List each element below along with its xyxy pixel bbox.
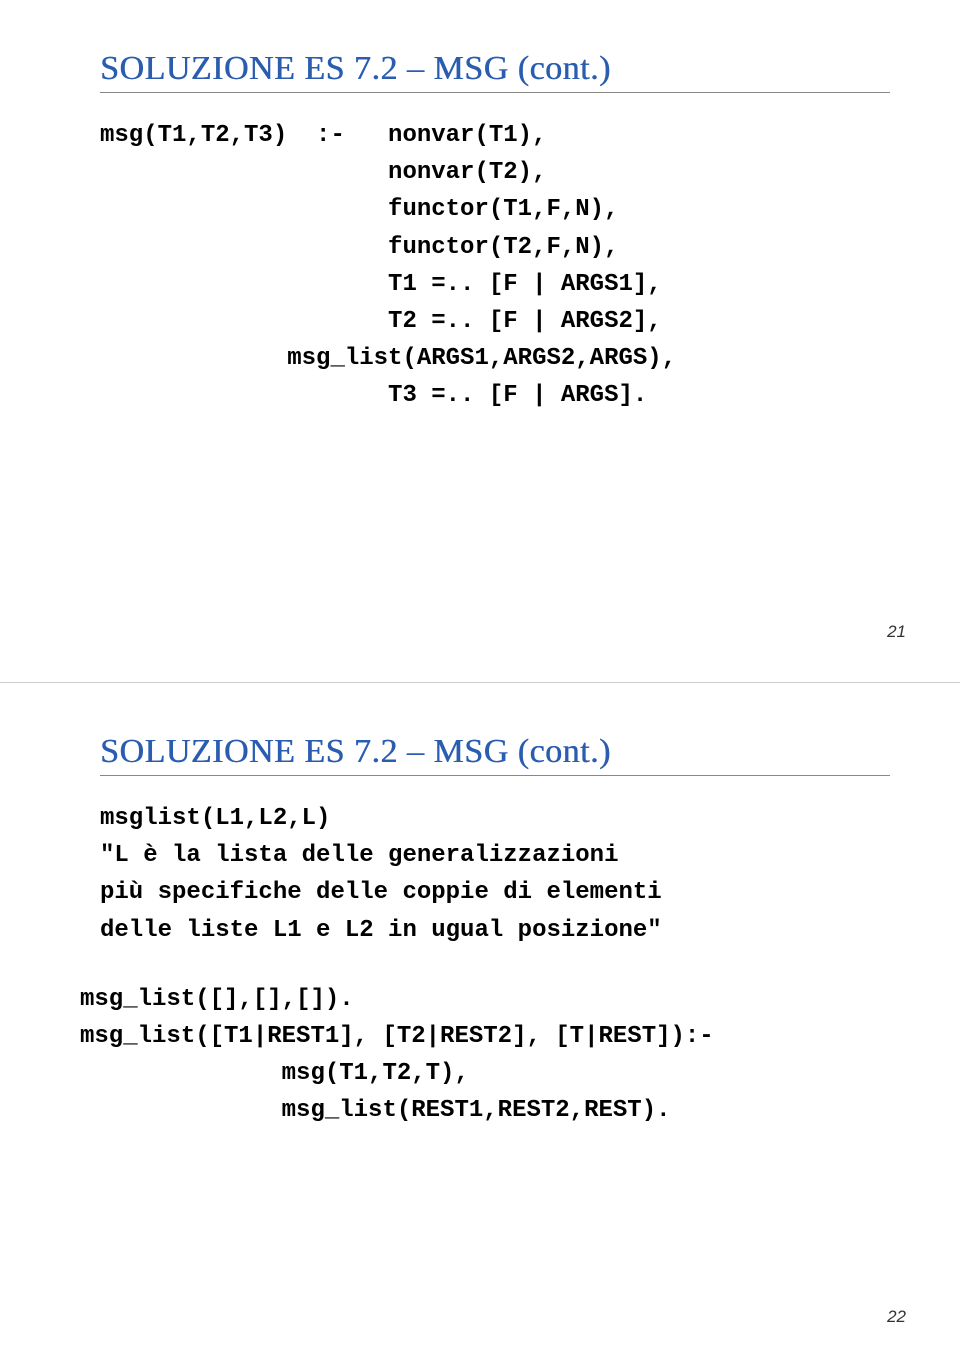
title-wrap: SOLUZIONE ES 7.2 – MSG (cont.) bbox=[100, 0, 890, 93]
code-block-1: msg(T1,T2,T3) :- nonvar(T1), nonvar(T2),… bbox=[100, 117, 890, 415]
slide-title: SOLUZIONE ES 7.2 – MSG (cont.) bbox=[100, 50, 890, 92]
title-wrap: SOLUZIONE ES 7.2 – MSG (cont.) bbox=[100, 683, 890, 776]
page-number: 21 bbox=[887, 622, 906, 642]
desc-line-2: più specifiche delle coppie di elementi bbox=[100, 874, 890, 911]
title-underline bbox=[100, 92, 890, 93]
page-number: 22 bbox=[887, 1307, 906, 1327]
code-block-2: msg_list([],[],[]). msg_list([T1|REST1],… bbox=[80, 981, 890, 1130]
slide-22: SOLUZIONE ES 7.2 – MSG (cont.) msglist(L… bbox=[0, 683, 960, 1367]
slide-21: SOLUZIONE ES 7.2 – MSG (cont.) msg(T1,T2… bbox=[0, 0, 960, 683]
msglist-head: msglist(L1,L2,L) bbox=[100, 800, 890, 837]
desc-block: msglist(L1,L2,L) "L è la lista delle gen… bbox=[100, 800, 890, 949]
title-underline bbox=[100, 775, 890, 776]
desc-line-3: delle liste L1 e L2 in ugual posizione" bbox=[100, 912, 890, 949]
page-wrap: SOLUZIONE ES 7.2 – MSG (cont.) msg(T1,T2… bbox=[0, 0, 960, 1367]
slide-title: SOLUZIONE ES 7.2 – MSG (cont.) bbox=[100, 733, 890, 775]
desc-line-1: "L è la lista delle generalizzazioni bbox=[100, 837, 890, 874]
